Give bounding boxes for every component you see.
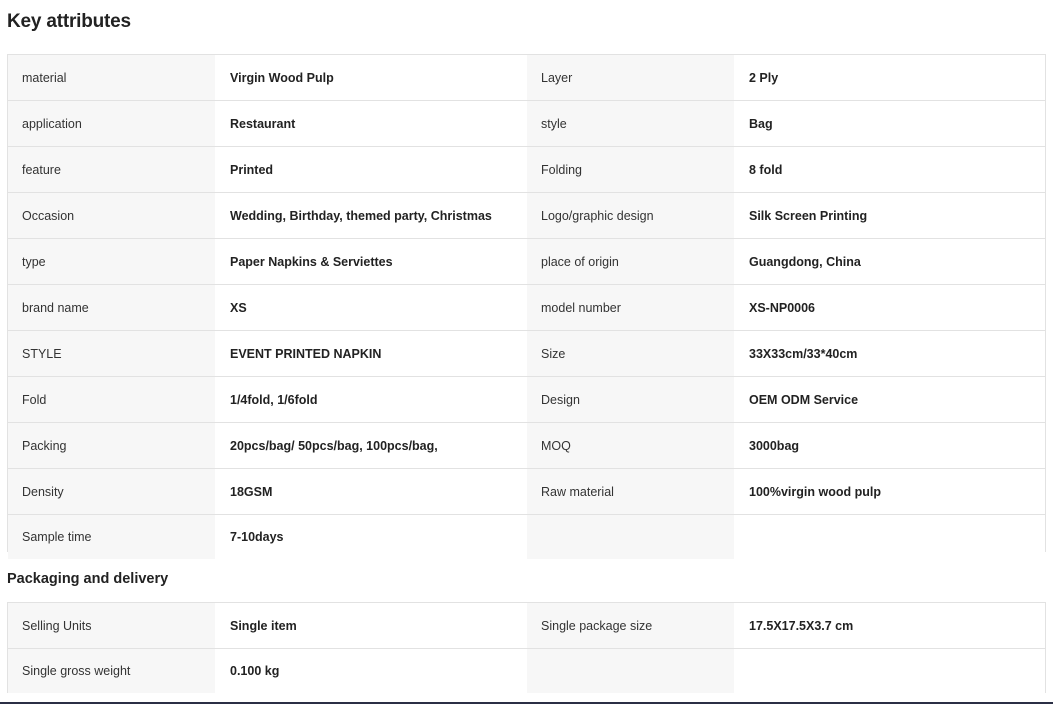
attribute-value: Paper Napkins & Serviettes bbox=[215, 239, 527, 284]
attribute-key: Single package size bbox=[527, 603, 734, 648]
attribute-key: application bbox=[8, 101, 215, 146]
attribute-key: Density bbox=[8, 469, 215, 514]
attribute-key: type bbox=[8, 239, 215, 284]
attribute-row: feature Printed Folding 8 fold bbox=[8, 147, 1045, 193]
attribute-value: Bag bbox=[734, 101, 1045, 146]
attribute-key: MOQ bbox=[527, 423, 734, 468]
attribute-value: 17.5X17.5X3.7 cm bbox=[734, 603, 1045, 648]
attribute-key: place of origin bbox=[527, 239, 734, 284]
attribute-key: Design bbox=[527, 377, 734, 422]
attribute-value: 100%virgin wood pulp bbox=[734, 469, 1045, 514]
attribute-row: Packing 20pcs/bag/ 50pcs/bag, 100pcs/bag,… bbox=[8, 423, 1045, 469]
attribute-value: XS bbox=[215, 285, 527, 330]
attribute-value: 7-10days bbox=[215, 515, 527, 559]
attribute-value: Guangdong, China bbox=[734, 239, 1045, 284]
attribute-key: STYLE bbox=[8, 331, 215, 376]
attribute-key: brand name bbox=[8, 285, 215, 330]
attribute-value: 20pcs/bag/ 50pcs/bag, 100pcs/bag, bbox=[215, 423, 527, 468]
attribute-value bbox=[734, 649, 1045, 693]
attribute-row: Density 18GSM Raw material 100%virgin wood … bbox=[8, 469, 1045, 515]
attribute-key: Folding bbox=[527, 147, 734, 192]
attribute-row: type Paper Napkins & Serviettes place of o… bbox=[8, 239, 1045, 285]
attribute-value bbox=[734, 515, 1045, 559]
attribute-row: Sample time 7-10days bbox=[8, 515, 1045, 559]
attribute-row: brand name XS model number XS-NP0006 bbox=[8, 285, 1045, 331]
attribute-row: Fold 1/4fold, 1/6fold Design OEM ODM Servic… bbox=[8, 377, 1045, 423]
attribute-value: 8 fold bbox=[734, 147, 1045, 192]
attribute-key: Packing bbox=[8, 423, 215, 468]
attribute-value: EVENT PRINTED NAPKIN bbox=[215, 331, 527, 376]
attribute-value: OEM ODM Service bbox=[734, 377, 1045, 422]
key-attributes-table: material Virgin Wood Pulp Layer 2 Ply applic… bbox=[7, 54, 1046, 559]
attribute-key: feature bbox=[8, 147, 215, 192]
attribute-value: XS-NP0006 bbox=[734, 285, 1045, 330]
attribute-key: style bbox=[527, 101, 734, 146]
attribute-key: Sample time bbox=[8, 515, 215, 559]
attribute-row: Selling Units Single item Single package s… bbox=[8, 603, 1045, 649]
attribute-value: Single item bbox=[215, 603, 527, 648]
attribute-value: Virgin Wood Pulp bbox=[215, 55, 527, 100]
attribute-row: application Restaurant style Bag bbox=[8, 101, 1045, 147]
attribute-key: Occasion bbox=[8, 193, 215, 238]
packaging-delivery-table: Selling Units Single item Single package s… bbox=[7, 602, 1046, 693]
attribute-key: material bbox=[8, 55, 215, 100]
attribute-value: Restaurant bbox=[215, 101, 527, 146]
attribute-key: Layer bbox=[527, 55, 734, 100]
attribute-row: Single gross weight 0.100 kg bbox=[8, 649, 1045, 693]
attribute-key bbox=[527, 649, 734, 693]
attribute-value: Printed bbox=[215, 147, 527, 192]
attribute-key bbox=[527, 515, 734, 559]
attribute-value: Silk Screen Printing bbox=[734, 193, 1045, 238]
attribute-row: Occasion Wedding, Birthday, themed party,… bbox=[8, 193, 1045, 239]
attribute-row: material Virgin Wood Pulp Layer 2 Ply bbox=[8, 55, 1045, 101]
packaging-delivery-heading: Packaging and delivery bbox=[7, 571, 169, 587]
attribute-value: 1/4fold, 1/6fold bbox=[215, 377, 527, 422]
attribute-row: STYLE EVENT PRINTED NAPKIN Size 33X33cm/33*… bbox=[8, 331, 1045, 377]
attribute-key: Size bbox=[527, 331, 734, 376]
attribute-value: 33X33cm/33*40cm bbox=[734, 331, 1045, 376]
attribute-value: Wedding, Birthday, themed party, Christm… bbox=[215, 193, 527, 238]
attribute-key: model number bbox=[527, 285, 734, 330]
attribute-key: Raw material bbox=[527, 469, 734, 514]
attribute-value: 2 Ply bbox=[734, 55, 1045, 100]
attribute-key: Logo/graphic design bbox=[527, 193, 734, 238]
attribute-value: 0.100 kg bbox=[215, 649, 527, 693]
attribute-value: 18GSM bbox=[215, 469, 527, 514]
key-attributes-heading: Key attributes bbox=[7, 11, 131, 32]
attribute-value: 3000bag bbox=[734, 423, 1045, 468]
attribute-key: Selling Units bbox=[8, 603, 215, 648]
attribute-key: Fold bbox=[8, 377, 215, 422]
attribute-key: Single gross weight bbox=[8, 649, 215, 693]
